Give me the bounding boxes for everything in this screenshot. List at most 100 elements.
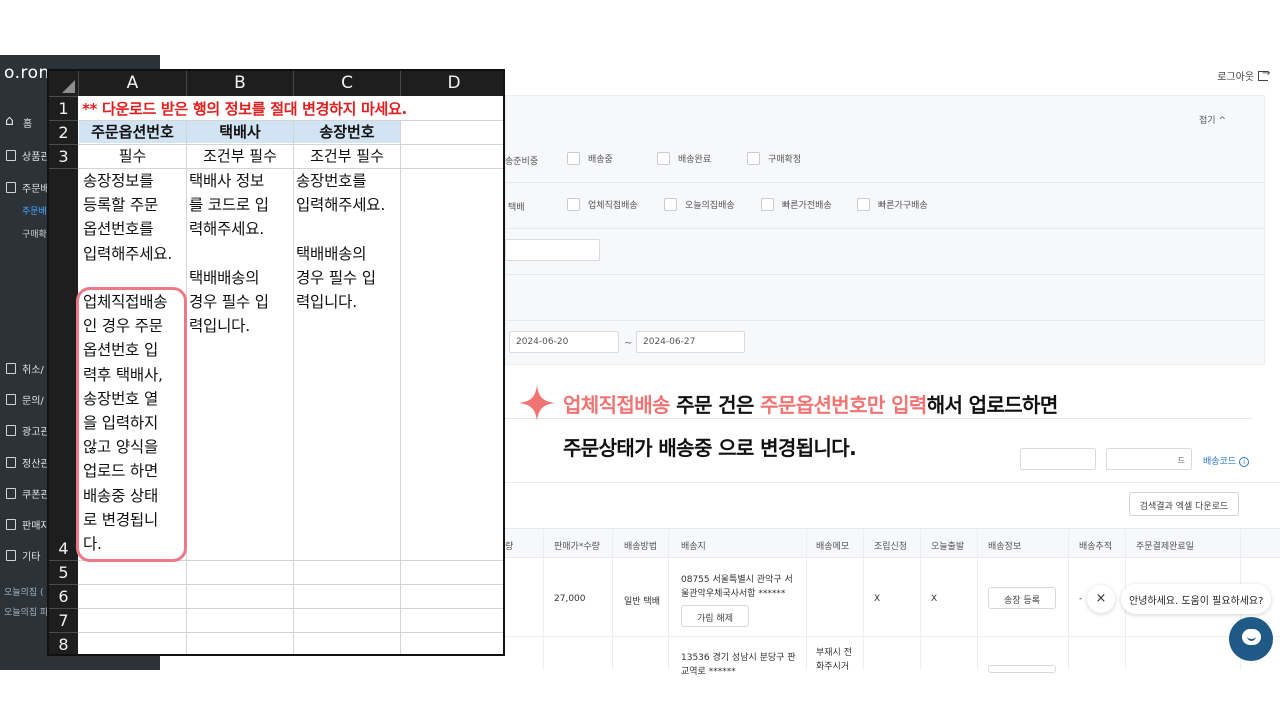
register-invoice-button[interactable]: 송장 등록 xyxy=(988,587,1056,609)
document-icon xyxy=(6,150,16,161)
logout-icon xyxy=(1258,68,1270,81)
grid-cell-price: 27,000 xyxy=(554,594,586,604)
chat-launcher-button[interactable] xyxy=(1229,617,1273,661)
document-icon xyxy=(6,182,16,193)
sidebar-item-etc[interactable]: 기타 xyxy=(6,548,40,563)
row-header[interactable]: 5 xyxy=(49,560,78,584)
sidebar-item-settlement[interactable]: 정산관 xyxy=(6,455,50,470)
column-header-b[interactable]: B xyxy=(186,71,293,96)
grid-cell-memo: 화주시거 xyxy=(816,662,850,672)
toolbar-select[interactable] xyxy=(1020,448,1096,470)
brand-logo[interactable]: o.ron xyxy=(4,63,50,83)
chat-greeting[interactable]: 안녕하세요. 도움이 필요하세요? xyxy=(1121,584,1271,614)
sidebar-item-cancel[interactable]: 취소/ xyxy=(6,361,44,376)
method-checkbox[interactable]: 오늘의집배송 xyxy=(664,198,735,211)
section-divider xyxy=(505,418,1252,419)
grid-header-cell: 량 xyxy=(505,542,514,552)
sidebar-item-ads[interactable]: 광고관 xyxy=(6,423,50,438)
grid-cell-method: 일반 택배 xyxy=(624,597,660,607)
sidebar-item-seller[interactable]: 판매자 xyxy=(6,517,50,532)
column-header-d[interactable]: D xyxy=(400,71,503,96)
header-cell-order-option-no[interactable]: 주문옵션번호 xyxy=(79,121,186,143)
sidebar-item-orders[interactable]: 주문배 xyxy=(6,180,50,195)
ship-code-label: 배송코드 xyxy=(1203,457,1237,467)
requirement-cell[interactable]: 조건부 필수 xyxy=(187,144,293,168)
row-header[interactable]: 7 xyxy=(49,608,78,632)
row-header[interactable]: 3 xyxy=(49,144,78,168)
warning-notice[interactable]: ** 다운로드 받은 행의 정보를 절대 변경하지 마세요. xyxy=(82,97,407,121)
checkbox-box[interactable] xyxy=(567,198,580,211)
row-header[interactable]: 2 xyxy=(49,120,78,144)
document-icon xyxy=(6,457,16,468)
row-header[interactable]: 8 xyxy=(49,632,78,654)
method-checkbox[interactable]: 업체직접배송 xyxy=(567,198,638,211)
status-checkbox[interactable]: 구매확정 xyxy=(747,152,801,165)
method-checkbox[interactable]: 빠른가전배송 xyxy=(761,198,832,211)
sidebar-item-coupons[interactable]: 쿠폰관 xyxy=(6,486,50,501)
checkbox-box[interactable] xyxy=(567,152,580,165)
requirement-cell[interactable]: 필수 xyxy=(79,144,186,168)
sidebar-item-label: 광고관 xyxy=(22,427,50,438)
sidebar-item-inquiries[interactable]: 문의/ xyxy=(6,392,44,407)
chat-icon xyxy=(1242,629,1261,645)
checkbox-label: 업체직접배송 xyxy=(588,201,638,211)
status-checkbox[interactable]: 배송완료 xyxy=(657,152,711,165)
sidebar-item-label: 취소/ xyxy=(22,365,44,376)
checkbox-box[interactable] xyxy=(664,198,677,211)
description-cell-b[interactable]: 택배사 정보 를 코드로 입 력해주세요. 택배배송의 경우 필수 입 력입니다… xyxy=(189,169,269,338)
chat-close-button[interactable]: × xyxy=(1087,585,1115,613)
method-option[interactable]: 택배 xyxy=(508,200,525,213)
grid-column-divider xyxy=(920,528,921,670)
sidebar-item-products[interactable]: 상품관 xyxy=(6,148,50,163)
grid-header-cell: 배송추적 xyxy=(1079,542,1113,552)
toolbar-select[interactable]: 드 xyxy=(1106,448,1192,470)
status-option[interactable]: 송준비중 xyxy=(505,154,538,167)
column-header-a[interactable]: A xyxy=(78,71,186,96)
select-all-triangle-icon xyxy=(62,80,75,93)
highlight-box xyxy=(76,287,187,562)
checkbox-box[interactable] xyxy=(857,198,870,211)
sidebar-subitem-purchase-confirm[interactable]: 구매확 xyxy=(22,227,47,240)
description-cell-c[interactable]: 송장번호를 입력해주세요. 택배배송의 경우 필수 입 력입니다. xyxy=(296,169,385,314)
header-cell-invoice-no[interactable]: 송장번호 xyxy=(294,121,400,143)
row-header[interactable]: 1 xyxy=(49,96,78,120)
sidebar-item-label: 상품관 xyxy=(22,152,50,163)
checkbox-box[interactable] xyxy=(747,152,760,165)
row-header[interactable]: 6 xyxy=(49,584,78,608)
checkbox-box[interactable] xyxy=(657,152,670,165)
grid-row-divider xyxy=(505,636,1280,637)
select-all-corner[interactable] xyxy=(49,71,78,96)
ship-code-link[interactable]: 배송코드 i xyxy=(1203,454,1250,467)
sidebar-item-label: 정산관 xyxy=(22,459,50,470)
row-header[interactable]: 4 xyxy=(49,168,78,560)
grid-column-divider xyxy=(863,528,864,670)
column-header-c[interactable]: C xyxy=(293,71,400,96)
sidebar-footer-link[interactable]: 오늘의집 ( xyxy=(4,585,44,598)
grid-cell-tracking: - xyxy=(1079,594,1083,604)
search-input[interactable] xyxy=(505,239,600,261)
collapse-toggle[interactable]: 접기 ^ xyxy=(1199,113,1226,126)
gridline xyxy=(78,632,503,633)
sidebar-subitem-shipping[interactable]: 주문배 xyxy=(22,204,47,217)
method-checkbox[interactable]: 빠른가구배송 xyxy=(857,198,928,211)
checkbox-box[interactable] xyxy=(761,198,774,211)
requirement-cell[interactable]: 조건부 필수 xyxy=(294,144,400,168)
sidebar-item-home[interactable]: 홈 xyxy=(5,113,32,130)
document-icon xyxy=(6,425,16,436)
filter-panel: 접기 ^ xyxy=(505,95,1265,365)
register-invoice-button[interactable] xyxy=(988,665,1056,673)
date-from-input[interactable]: 2024-06-20 xyxy=(509,331,619,353)
excel-sheet: A B C D 1 2 3 4 5 6 7 8 ** 다운로드 받은 행의 정보… xyxy=(47,69,505,656)
unmask-button[interactable]: 가림 해제 xyxy=(681,605,749,627)
header-cell-courier[interactable]: 택배사 xyxy=(187,121,293,143)
grid-column-divider xyxy=(543,528,544,670)
callout-line-1: 업체직접배송 주문 건은 주문옵션번호만 입력해서 업로드하면 xyxy=(563,389,1058,418)
grid-cell-address: 교역로 ****** xyxy=(681,667,736,677)
sidebar-footer-link[interactable]: 오늘의집 파 xyxy=(4,605,48,618)
document-icon xyxy=(6,363,16,374)
excel-download-button[interactable]: 검색결과 엑셀 다운로드 xyxy=(1129,492,1239,516)
status-checkbox[interactable]: 배송중 xyxy=(567,152,613,165)
date-to-input[interactable]: 2024-06-27 xyxy=(636,331,745,353)
logout-button[interactable]: 로그아웃 xyxy=(1217,68,1270,84)
grid-cell-address: 울관악우체국사서함 ****** xyxy=(681,589,786,599)
